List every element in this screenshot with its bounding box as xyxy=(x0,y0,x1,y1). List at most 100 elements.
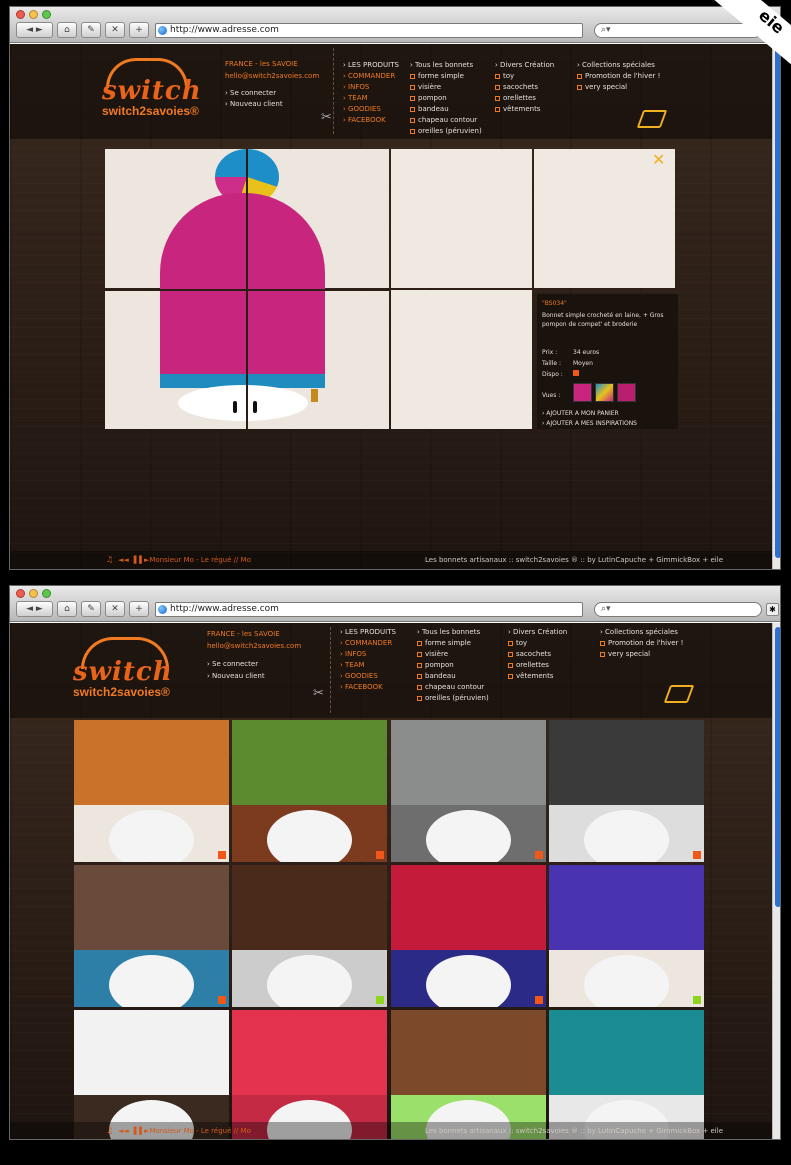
menu-goodies[interactable]: › GOODIES xyxy=(340,671,396,682)
close-icon[interactable]: ✕ xyxy=(652,150,665,169)
product-thumbnail[interactable] xyxy=(232,720,387,862)
product-thumbnail[interactable] xyxy=(391,1010,546,1139)
close-window-button[interactable] xyxy=(16,589,25,598)
speaker-icon[interactable]: ♫ xyxy=(106,555,113,564)
bonnets-title[interactable]: › Tous les bonnets xyxy=(410,60,482,71)
view-thumbnail[interactable] xyxy=(573,383,592,402)
edit-icon[interactable]: ✎ xyxy=(81,22,101,38)
login-link[interactable]: › Se connecter xyxy=(207,660,258,668)
brand-logo[interactable]: switch switch2savoies® xyxy=(73,637,193,699)
menu-goodies[interactable]: › GOODIES xyxy=(343,104,399,115)
divers-title[interactable]: › Divers Création xyxy=(508,627,567,638)
divers-item[interactable]: vêtements xyxy=(508,671,567,682)
product-thumbnail[interactable] xyxy=(549,865,704,1007)
scroll-thumb[interactable] xyxy=(775,48,780,558)
menu-facebook[interactable]: › FACEBOOK xyxy=(340,682,396,693)
minimize-window-button[interactable] xyxy=(29,10,38,19)
divers-item[interactable]: vêtements xyxy=(495,104,554,115)
menu-team[interactable]: › TEAM xyxy=(343,93,399,104)
back-forward-icon[interactable]: ◄ ► xyxy=(16,601,53,617)
menu-facebook[interactable]: › FACEBOOK xyxy=(343,115,399,126)
collection-item[interactable]: Promotion de l'hiver ! xyxy=(577,71,660,82)
collections-title[interactable]: › Collections spéciales xyxy=(577,60,660,71)
back-forward-icon[interactable]: ◄ ► xyxy=(16,22,53,38)
product-thumbnail[interactable] xyxy=(549,720,704,862)
add-to-inspirations-link[interactable]: › AJOUTER A MES INSPIRATIONS xyxy=(542,420,637,427)
divers-item[interactable]: orellettes xyxy=(508,660,567,671)
bonnet-item[interactable]: chapeau contour xyxy=(417,682,489,693)
collection-item[interactable]: Promotion de l'hiver ! xyxy=(600,638,683,649)
close-window-button[interactable] xyxy=(16,10,25,19)
bug-icon[interactable]: ✱ xyxy=(766,603,779,616)
availability-badge xyxy=(218,851,226,859)
bonnet-item[interactable]: pompon xyxy=(417,660,489,671)
bonnet-item[interactable]: bandeau xyxy=(417,671,489,682)
email-link[interactable]: hello@switch2savoies.com xyxy=(207,642,301,650)
product-thumbnail[interactable] xyxy=(549,1010,704,1139)
menu-produits[interactable]: › LES PRODUITS xyxy=(343,60,399,71)
bonnet-item[interactable]: pompon xyxy=(410,93,482,104)
home-icon[interactable]: ⌂ xyxy=(57,22,77,38)
product-thumbnail[interactable] xyxy=(391,720,546,862)
product-thumbnail[interactable] xyxy=(232,865,387,1007)
bonnet-item[interactable]: bandeau xyxy=(410,104,482,115)
search-field[interactable]: ⌕▾ xyxy=(594,602,762,617)
music-player[interactable]: ◄◄ ▐▐ ►Monsieur Mo - Le régué // Mo xyxy=(118,1127,251,1135)
scrollbar[interactable] xyxy=(772,623,780,1139)
product-thumbnail[interactable] xyxy=(391,865,546,1007)
zoom-window-button[interactable] xyxy=(42,10,51,19)
next-arrow-icon[interactable] xyxy=(636,110,668,128)
add-to-cart-link[interactable]: › AJOUTER A MON PANIER xyxy=(542,410,619,417)
scrollbar[interactable] xyxy=(772,44,780,569)
divers-item[interactable]: sacochets xyxy=(495,82,554,93)
edit-icon[interactable]: ✎ xyxy=(81,601,101,617)
minimize-window-button[interactable] xyxy=(29,589,38,598)
stop-icon[interactable]: ✕ xyxy=(105,22,125,38)
view-thumbnail[interactable] xyxy=(617,383,636,402)
logo-subtitle: switch2savoies® xyxy=(73,685,170,699)
collection-item[interactable]: very special xyxy=(600,649,683,660)
login-link[interactable]: › Se connecter xyxy=(225,89,276,97)
scroll-thumb[interactable] xyxy=(775,627,780,907)
divers-item[interactable]: sacochets xyxy=(508,649,567,660)
email-link[interactable]: hello@switch2savoies.com xyxy=(225,72,319,80)
menu-team[interactable]: › TEAM xyxy=(340,660,396,671)
divers-title[interactable]: › Divers Création xyxy=(495,60,554,71)
collection-item[interactable]: very special xyxy=(577,82,660,93)
divers-item[interactable]: toy xyxy=(508,638,567,649)
music-player[interactable]: ◄◄ ▐▐ ►Monsieur Mo - Le régué // Mo xyxy=(118,556,251,564)
home-icon[interactable]: ⌂ xyxy=(57,601,77,617)
bonnet-item[interactable]: oreilles (péruvien) xyxy=(417,693,489,704)
new-client-link[interactable]: › Nouveau client xyxy=(225,100,283,108)
menu-produits[interactable]: › LES PRODUITS xyxy=(340,627,396,638)
stop-icon[interactable]: ✕ xyxy=(105,601,125,617)
brand-logo[interactable]: switch switch2savoies® xyxy=(102,58,212,118)
product-thumbnail[interactable] xyxy=(232,1010,387,1139)
zoom-window-button[interactable] xyxy=(42,589,51,598)
address-bar[interactable]: http://www.adresse.com xyxy=(155,23,583,38)
speaker-icon[interactable]: ♫ xyxy=(106,1126,113,1135)
menu-commander[interactable]: › COMMANDER xyxy=(340,638,396,649)
bonnet-item[interactable]: chapeau contour xyxy=(410,115,482,126)
product-thumbnail[interactable] xyxy=(74,865,229,1007)
next-arrow-icon[interactable] xyxy=(663,685,695,703)
bonnet-item[interactable]: forme simple xyxy=(410,71,482,82)
address-bar[interactable]: http://www.adresse.com xyxy=(155,602,583,617)
view-thumbnail[interactable] xyxy=(595,383,614,402)
bonnet-item[interactable]: visière xyxy=(417,649,489,660)
menu-infos[interactable]: › INFOS xyxy=(340,649,396,660)
bonnet-item[interactable]: visière xyxy=(410,82,482,93)
divers-item[interactable]: toy xyxy=(495,71,554,82)
add-tab-icon[interactable]: + xyxy=(129,22,149,38)
bonnet-item[interactable]: oreilles (péruvien) xyxy=(410,126,482,137)
new-client-link[interactable]: › Nouveau client xyxy=(207,672,265,680)
add-tab-icon[interactable]: + xyxy=(129,601,149,617)
divers-item[interactable]: orellettes xyxy=(495,93,554,104)
bonnet-item[interactable]: forme simple xyxy=(417,638,489,649)
product-thumbnail[interactable] xyxy=(74,720,229,862)
product-thumbnail[interactable] xyxy=(74,1010,229,1139)
menu-infos[interactable]: › INFOS xyxy=(343,82,399,93)
collections-title[interactable]: › Collections spéciales xyxy=(600,627,683,638)
menu-commander[interactable]: › COMMANDER xyxy=(343,71,399,82)
bonnets-title[interactable]: › Tous les bonnets xyxy=(417,627,489,638)
